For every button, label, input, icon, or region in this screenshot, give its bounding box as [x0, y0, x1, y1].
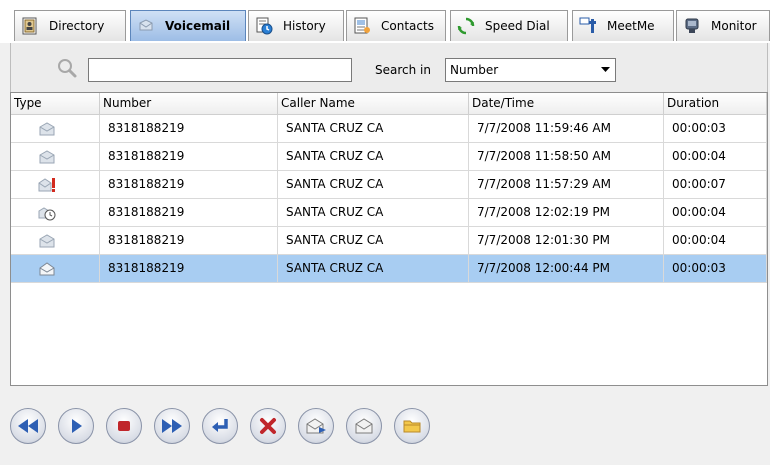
column-header-caller-name[interactable]: Caller Name: [278, 93, 469, 115]
column-header-datetime[interactable]: Date/Time: [469, 93, 664, 115]
duration-cell: 00:00:03: [664, 255, 767, 282]
table-header: Type Number Caller Name Date/Time Durati…: [11, 93, 767, 115]
meetme-icon: [579, 17, 596, 33]
table-row-selected[interactable]: 8318188219 SANTA CRUZ CA 7/7/2008 12:00:…: [11, 255, 767, 283]
tab-meetme[interactable]: MeetMe: [572, 10, 674, 41]
chevron-down-icon: [595, 59, 615, 81]
duration-cell: 00:00:04: [664, 143, 767, 170]
envelope-forward-icon: [306, 418, 326, 434]
play-button[interactable]: [58, 408, 94, 444]
datetime-cell: 7/7/2008 12:01:30 PM: [469, 227, 664, 254]
play-icon: [72, 419, 82, 433]
speed-dial-icon: [457, 17, 475, 35]
voicemail-read-icon: [39, 149, 55, 163]
duration-cell: 00:00:04: [664, 199, 767, 226]
column-header-number[interactable]: Number: [100, 93, 278, 115]
return-arrow-icon: [212, 419, 228, 432]
table-row[interactable]: 8318188219 SANTA CRUZ CA 7/7/2008 11:58:…: [11, 143, 767, 171]
tab-history[interactable]: History: [248, 10, 344, 41]
fast-forward-icon: [162, 419, 182, 433]
voicemail-urgent-icon: [38, 177, 55, 192]
duration-cell: 00:00:07: [664, 171, 767, 198]
tab-speed-dial[interactable]: Speed Dial: [450, 10, 568, 41]
number-cell: 8318188219: [100, 171, 278, 198]
rewind-button[interactable]: [10, 408, 46, 444]
table-row[interactable]: 8318188219 SANTA CRUZ CA 7/7/2008 11:57:…: [11, 171, 767, 199]
tab-voicemail[interactable]: Voicemail: [130, 10, 246, 41]
rewind-icon: [18, 419, 38, 433]
delete-x-icon: [260, 418, 276, 434]
number-cell: 8318188219: [100, 255, 278, 282]
caller-name-cell: SANTA CRUZ CA: [278, 255, 469, 282]
tab-monitor[interactable]: Monitor: [676, 10, 770, 41]
column-header-duration[interactable]: Duration: [664, 93, 767, 115]
table-row[interactable]: 8318188219 SANTA CRUZ CA 7/7/2008 11:59:…: [11, 115, 767, 143]
number-cell: 8318188219: [100, 227, 278, 254]
voicemail-read-icon: [39, 121, 55, 135]
caller-name-cell: SANTA CRUZ CA: [278, 115, 469, 142]
table-row[interactable]: 8318188219 SANTA CRUZ CA 7/7/2008 12:01:…: [11, 227, 767, 255]
save-folder-button[interactable]: [394, 408, 430, 444]
caller-name-cell: SANTA CRUZ CA: [278, 171, 469, 198]
voicemail-new-icon: [39, 261, 55, 275]
voicemail-icon: [139, 19, 153, 31]
caller-name-cell: SANTA CRUZ CA: [278, 199, 469, 226]
number-cell: 8318188219: [100, 199, 278, 226]
type-cell: [11, 143, 100, 170]
fast-forward-button[interactable]: [154, 408, 190, 444]
table-row[interactable]: 8318188219 SANTA CRUZ CA 7/7/2008 12:02:…: [11, 199, 767, 227]
search-icon: [58, 59, 77, 78]
stop-icon: [118, 421, 130, 431]
monitor-icon: [685, 18, 699, 33]
type-cell: [11, 255, 100, 282]
number-cell: 8318188219: [100, 143, 278, 170]
forward-message-button[interactable]: [298, 408, 334, 444]
datetime-cell: 7/7/2008 11:59:46 AM: [469, 115, 664, 142]
duration-cell: 00:00:03: [664, 115, 767, 142]
datetime-cell: 7/7/2008 12:02:19 PM: [469, 199, 664, 226]
column-header-type[interactable]: Type: [11, 93, 100, 115]
type-cell: [11, 227, 100, 254]
tab-contacts[interactable]: Contacts: [346, 10, 446, 41]
delete-button[interactable]: [250, 408, 286, 444]
caller-name-cell: SANTA CRUZ CA: [278, 227, 469, 254]
voicemail-window: Directory Voicemail History Contacts Spe…: [0, 0, 770, 465]
datetime-cell: 7/7/2008 11:57:29 AM: [469, 171, 664, 198]
type-cell: [11, 199, 100, 226]
search-bar: Search in Number: [10, 43, 768, 92]
type-cell: [11, 171, 100, 198]
datetime-cell: 7/7/2008 11:58:50 AM: [469, 143, 664, 170]
datetime-cell: 7/7/2008 12:00:44 PM: [469, 255, 664, 282]
envelope-icon: [355, 418, 373, 434]
caller-name-cell: SANTA CRUZ CA: [278, 143, 469, 170]
voicemail-table: Type Number Caller Name Date/Time Durati…: [10, 92, 768, 386]
directory-icon: [22, 17, 37, 35]
tab-directory[interactable]: Directory: [14, 10, 126, 41]
mark-message-button[interactable]: [346, 408, 382, 444]
type-cell: [11, 115, 100, 142]
search-field-value: Number: [450, 63, 499, 77]
duration-cell: 00:00:04: [664, 227, 767, 254]
search-in-label: Search in: [375, 63, 431, 77]
voicemail-read-icon: [39, 233, 55, 247]
voicemail-timed-icon: [38, 206, 56, 220]
folder-icon: [403, 420, 421, 433]
search-input[interactable]: [88, 58, 352, 82]
tab-strip: Directory Voicemail History Contacts Spe…: [0, 0, 770, 43]
history-icon: [256, 17, 273, 35]
contacts-icon: [354, 17, 370, 34]
call-back-button[interactable]: [202, 408, 238, 444]
number-cell: 8318188219: [100, 115, 278, 142]
playback-controls: [10, 408, 460, 446]
search-field-select[interactable]: Number: [445, 58, 616, 82]
stop-button[interactable]: [106, 408, 142, 444]
